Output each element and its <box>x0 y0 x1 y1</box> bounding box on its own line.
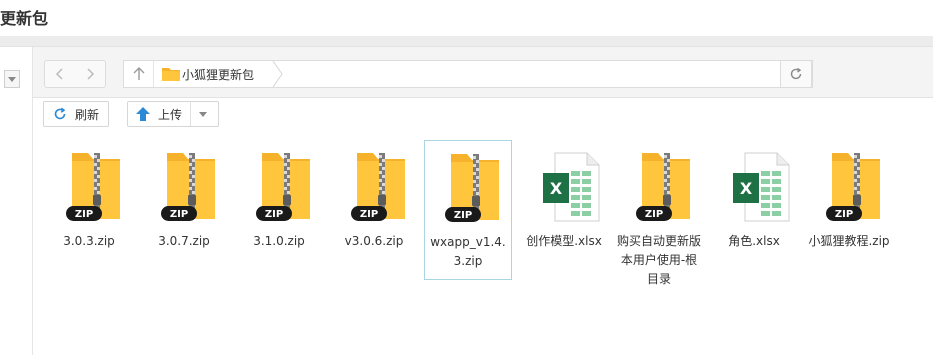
rail-dropdown-toggle[interactable] <box>4 70 20 88</box>
path-bar[interactable]: 小狐狸更新包 <box>123 60 813 88</box>
file-item[interactable]: ZIP v3.0.6.zip <box>331 140 417 278</box>
left-rail <box>0 47 33 355</box>
upload-divider <box>190 102 191 126</box>
file-name: 3.1.0.zip <box>253 234 305 248</box>
file-name: 角色.xlsx <box>728 234 780 248</box>
forward-button[interactable] <box>75 60 106 88</box>
arrow-right-icon <box>87 68 95 80</box>
zip-file-icon: ZIP <box>636 153 690 221</box>
zip-badge-label: ZIP <box>170 209 188 220</box>
zip-badge-label: ZIP <box>360 209 378 220</box>
title-divider <box>0 36 933 47</box>
file-name: wxapp_v1.4.3.zip <box>430 235 506 268</box>
zip-badge-label: ZIP <box>835 209 853 220</box>
file-item[interactable]: X 角色.xlsx <box>711 140 797 278</box>
chevron-down-icon[interactable] <box>199 112 207 117</box>
zip-file-icon: ZIP <box>66 153 120 221</box>
zip-badge-label: ZIP <box>645 209 663 220</box>
excel-letter: X <box>740 179 753 198</box>
file-name: 创作模型.xlsx <box>526 234 602 248</box>
zip-file-icon: ZIP <box>351 153 405 221</box>
breadcrumb-current-folder[interactable]: 小狐狸更新包 <box>182 66 254 83</box>
path-separator <box>153 61 154 87</box>
file-item[interactable]: ZIP wxapp_v1.4.3.zip <box>424 140 512 280</box>
upload-icon <box>136 107 150 121</box>
file-item[interactable]: X 创作模型.xlsx <box>521 140 607 278</box>
up-directory-icon[interactable] <box>132 66 146 82</box>
arrow-left-icon <box>55 68 63 80</box>
upload-label: 上传 <box>158 108 183 122</box>
reload-path-button[interactable] <box>780 60 812 88</box>
zip-file-icon: ZIP <box>256 153 310 221</box>
page-title: 更新包 <box>0 9 49 28</box>
excel-file-icon: X <box>543 152 600 222</box>
file-item[interactable]: ZIP 小狐狸教程.zip <box>806 140 892 278</box>
excel-file-icon: X <box>733 152 790 222</box>
zip-file-icon: ZIP <box>161 153 215 221</box>
file-item[interactable]: ZIP 3.0.3.zip <box>46 140 132 278</box>
back-button[interactable] <box>44 60 76 88</box>
file-grid: ZIP 3.0.3.zip ZIP 3.0.7.zip ZIP 3.1.0.zi… <box>33 140 933 355</box>
refresh-label: 刷新 <box>75 108 100 122</box>
file-name: 购买自动更新版本用户使用-根目录 <box>616 234 701 286</box>
file-manager: 小狐狸更新包 刷新 上传 ZIP 3.0.3.zip ZIP 3.0.7.zip… <box>33 47 933 355</box>
navigation-bar: 小狐狸更新包 <box>33 47 933 98</box>
file-name: v3.0.6.zip <box>344 234 404 248</box>
excel-letter: X <box>550 179 563 198</box>
refresh-icon <box>54 107 66 120</box>
breadcrumb-chevron-icon <box>272 61 283 87</box>
file-item[interactable]: ZIP 3.1.0.zip <box>236 140 322 278</box>
zip-badge-label: ZIP <box>75 209 93 220</box>
zip-file-icon: ZIP <box>445 154 499 222</box>
zip-badge-label: ZIP <box>265 209 283 220</box>
upload-button[interactable]: 上传 <box>127 101 219 127</box>
file-item[interactable]: ZIP 3.0.7.zip <box>141 140 227 278</box>
action-toolbar: 刷新 上传 <box>33 98 933 134</box>
file-item[interactable]: ZIP 购买自动更新版本用户使用-根目录 <box>616 140 702 286</box>
file-name: 小狐狸教程.zip <box>808 234 890 248</box>
zip-badge-label: ZIP <box>454 210 472 221</box>
file-name: 3.0.7.zip <box>158 234 210 248</box>
file-name: 3.0.3.zip <box>63 234 115 248</box>
folder-icon <box>162 68 180 81</box>
reload-icon <box>790 67 802 80</box>
refresh-button[interactable]: 刷新 <box>43 101 109 127</box>
zip-file-icon: ZIP <box>826 153 880 221</box>
